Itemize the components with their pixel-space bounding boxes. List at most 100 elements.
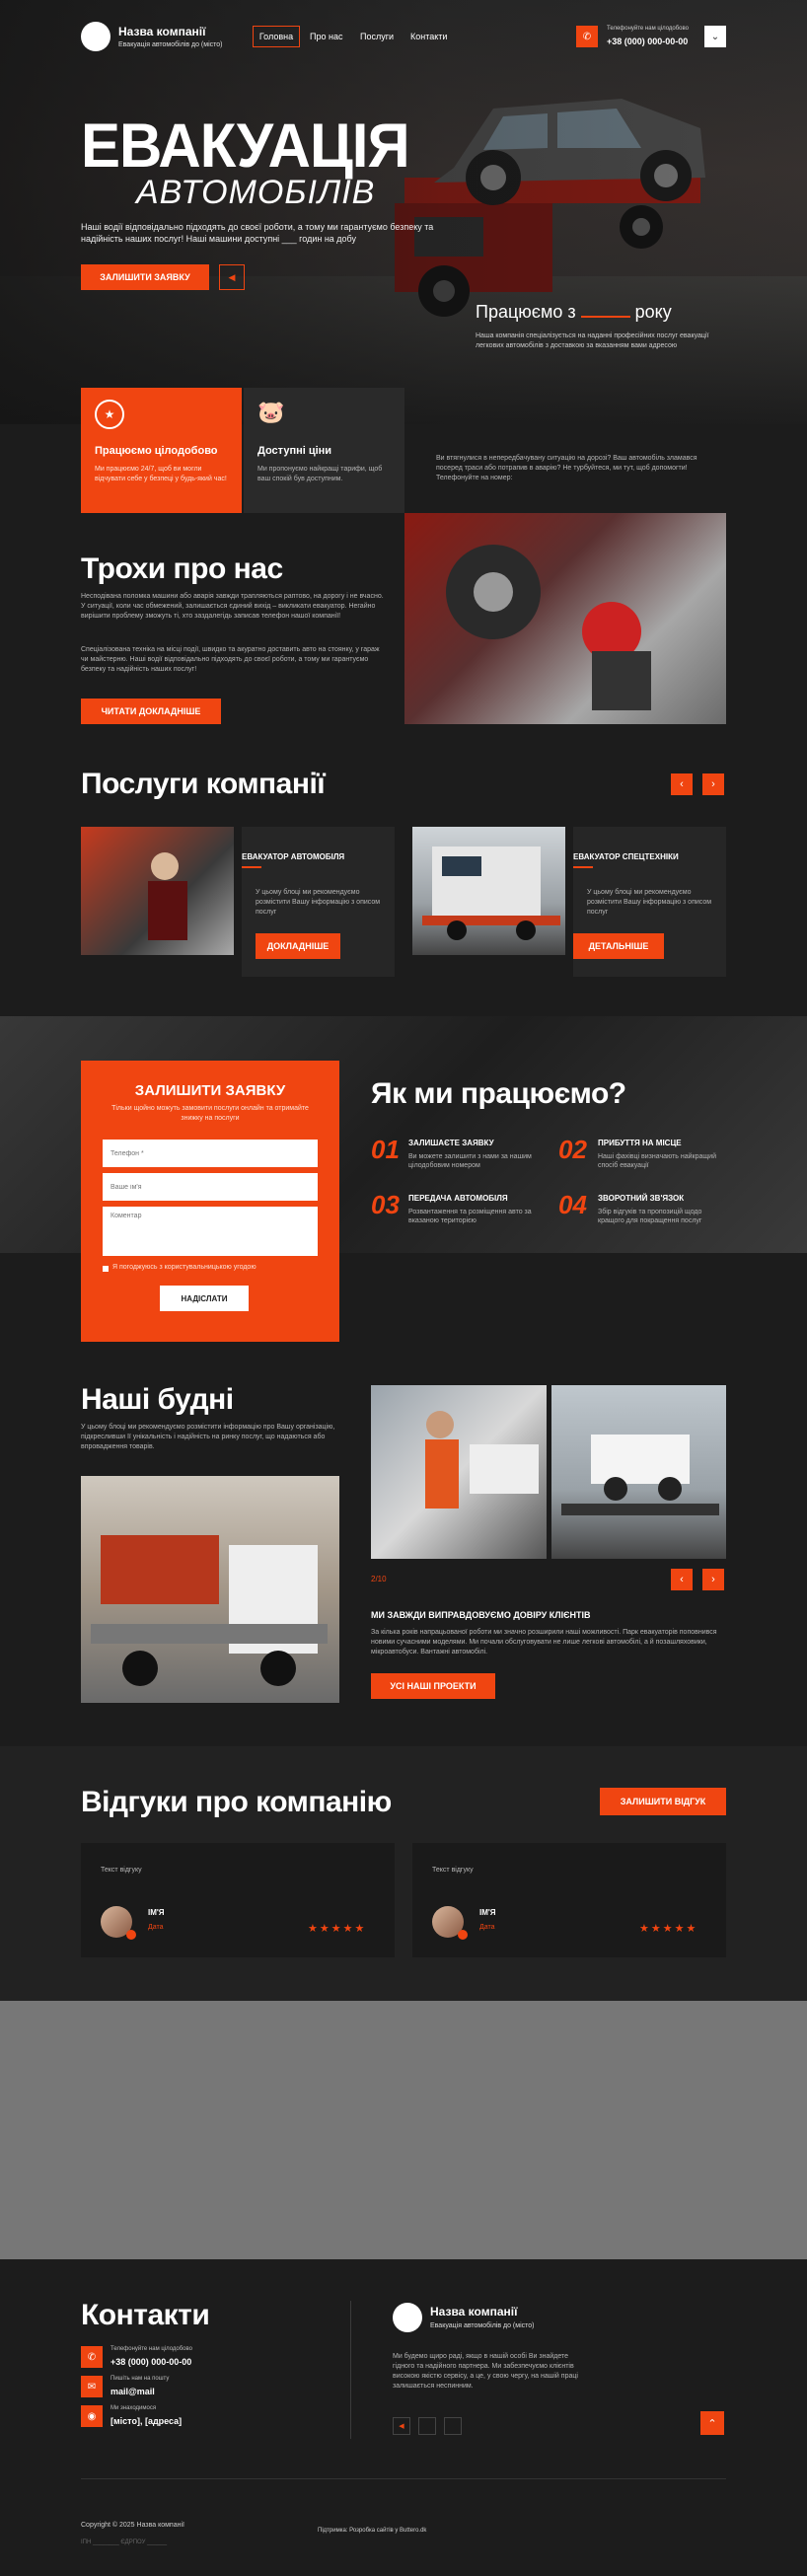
step-title: ЗВОРОТНИЙ ЗВ'ЯЗОК: [598, 1194, 685, 1203]
title-underline: [242, 866, 261, 868]
nav-services[interactable]: Послуги: [360, 32, 394, 41]
life-title: Наші будні: [81, 1383, 234, 1416]
contact-mail[interactable]: mail@mail: [110, 2387, 155, 2396]
hero-overlay: [0, 0, 807, 424]
nav-about[interactable]: Про нас: [310, 32, 342, 41]
service-card-car: ЕВАКУАТОР АВТОМОБІЛЯ У цьому блоці ми ре…: [242, 827, 395, 977]
hero-section: Назва компанії Евакуація автомобілів до …: [0, 0, 807, 424]
submit-button[interactable]: НАДІСЛАТИ: [160, 1286, 249, 1311]
life-subtext: За кілька років напрацьованої роботи ми …: [371, 1629, 717, 1656]
consent-label: Я погоджуюсь з користувальницькою угодою: [112, 1264, 257, 1271]
feature-card-prices: 🐷 Доступні ціни Ми пропонуємо найкращі т…: [244, 388, 404, 513]
service-title: ЕВАКУАТОР СПЕЦТЕХНІКИ: [573, 852, 679, 861]
step-text: Ви можете залишити з нами за нашим цілод…: [408, 1153, 532, 1169]
nav-contacts[interactable]: Контакти: [410, 32, 447, 41]
step-title: ПЕРЕДАЧА АВТОМОБІЛЯ: [408, 1194, 508, 1203]
service-photo-car: [81, 827, 234, 955]
phone-icon[interactable]: ✆: [576, 26, 598, 47]
quote-icon: [458, 1930, 468, 1940]
about-paragraph-1: Несподівана поломка машини або аварія за…: [81, 593, 384, 620]
service-photo-truck: [412, 827, 565, 955]
contact-phone-label: Телефонуйте нам цілодобово: [110, 2346, 192, 2352]
feature-text: Ми працюємо 24/7, щоб ви могли відчувати…: [95, 466, 227, 482]
form-title: ЗАЛИШИТИ ЗАЯВКУ: [134, 1082, 286, 1099]
feature-card-24-7: ★ Працюємо цілодобово Ми працюємо 24/7, …: [81, 388, 242, 513]
step-number: 03: [371, 1190, 400, 1219]
review-text: Текст відгуку: [101, 1867, 142, 1874]
features-note: Ви втягнулися в непередбачувану ситуацію…: [436, 455, 697, 481]
legal-info: ІПН ________ ЄДРПОУ ______: [81, 2539, 168, 2545]
contact-addr-label: Ми знаходимося: [110, 2405, 157, 2411]
life-text: У цьому блоці ми рекомендуємо розмістити…: [81, 1424, 335, 1450]
service-more-button[interactable]: ДЕТАЛЬНІШЕ: [573, 933, 664, 959]
life-photo-worker: [371, 1385, 547, 1559]
review-name: ІМ'Я: [148, 1908, 165, 1917]
copyright: Copyright © 2025 Назва компанії: [81, 2522, 184, 2529]
review-card: Текст відгуку ІМ'Я Дата ★★★★★: [81, 1843, 395, 1957]
social-icon[interactable]: [418, 2417, 436, 2435]
life-photo-trucks: [81, 1476, 339, 1703]
scroll-top-icon[interactable]: ⌃: [700, 2411, 724, 2435]
header-phone-label: Телефонуйте нам цілодобово: [607, 26, 689, 32]
play-icon[interactable]: ◀: [219, 264, 245, 290]
work-description: Наша компанія спеціалізується на наданні…: [476, 332, 709, 349]
feature-title: Доступні ціни: [257, 445, 332, 457]
header-company-name: Назва компанії: [118, 25, 206, 38]
request-form: ЗАЛИШИТИ ЗАЯВКУ Тільки щойно можуть замо…: [81, 1061, 339, 1342]
step-text: Збір відгуків та пропозицій щодо кращого…: [598, 1209, 702, 1224]
work-since: Працюємо з року: [476, 302, 672, 322]
life-photo-suv: [551, 1385, 726, 1559]
social-icon[interactable]: ◀: [393, 2417, 410, 2435]
hero-title-line1: ЕВАКУАЦІЯ: [81, 110, 410, 181]
header-tagline: Евакуація автомобілів до (місто): [118, 41, 223, 48]
footer-company-name: Назва компанії: [430, 2305, 518, 2318]
services-title: Послуги компанії: [81, 768, 326, 800]
social-icon[interactable]: [444, 2417, 462, 2435]
step-number: 04: [558, 1190, 587, 1219]
consent-checkbox[interactable]: [103, 1266, 109, 1272]
review-card: Текст відгуку ІМ'Я Дата ★★★★★: [412, 1843, 726, 1957]
life-prev-icon[interactable]: ‹: [671, 1569, 693, 1590]
rating-stars-icon: ★★★★★: [639, 1923, 698, 1935]
support-link[interactable]: Підтримка: Розробка сайтів у Buttero.dk: [318, 2528, 426, 2534]
quote-icon: [126, 1930, 136, 1940]
services-next-icon[interactable]: ›: [702, 773, 724, 795]
life-next-icon[interactable]: ›: [702, 1569, 724, 1590]
about-read-more-button[interactable]: ЧИТАТИ ДОКЛАДНІШЕ: [81, 699, 221, 724]
service-more-button[interactable]: ДОКЛАДНІШЕ: [256, 933, 340, 959]
service-title: ЕВАКУАТОР АВТОМОБІЛЯ: [242, 852, 345, 861]
review-date: Дата: [148, 1924, 164, 1931]
hero-title-line2: АВТОМОБІЛІВ: [136, 174, 376, 211]
contact-phone[interactable]: +38 (000) 000-00-00: [110, 2357, 191, 2367]
title-underline: [573, 866, 593, 868]
footer-tagline: Евакуація автомобілів до (місто): [430, 2322, 535, 2329]
map-area[interactable]: [0, 2001, 807, 2259]
form-subtitle: Тільки щойно можуть замовити послуги онл…: [111, 1105, 309, 1122]
comment-field[interactable]: [103, 1207, 318, 1256]
about-title: Трохи про нас: [81, 552, 283, 585]
mail-icon: ✉: [81, 2376, 103, 2397]
step-number: 02: [558, 1135, 587, 1164]
feature-text: Ми пропонуємо найкращі тарифи, щоб ваш с…: [257, 466, 383, 482]
how-title: Як ми працюємо?: [371, 1077, 626, 1110]
life-subtitle: МИ ЗАВЖДИ ВИПРАВДОВУЄМО ДОВІРУ КЛІЄНТІВ: [371, 1610, 591, 1620]
piggy-bank-icon: 🐷: [257, 400, 285, 424]
location-icon: ◉: [81, 2405, 103, 2427]
about-paragraph-2: Спеціалізована техніка на місці події, ш…: [81, 646, 380, 673]
all-projects-button[interactable]: УСІ НАШІ ПРОЕКТИ: [371, 1673, 495, 1699]
phone-field[interactable]: [103, 1140, 318, 1167]
footer-logo[interactable]: [393, 2303, 422, 2332]
nav-home[interactable]: Головна: [253, 26, 300, 47]
company-logo[interactable]: [81, 22, 110, 51]
hero-cta-button[interactable]: ЗАЛИШИТИ ЗАЯВКУ: [81, 264, 209, 290]
review-date: Дата: [479, 1924, 495, 1931]
rating-stars-icon: ★★★★★: [308, 1923, 367, 1935]
header-phone[interactable]: +38 (000) 000-00-00: [607, 37, 688, 46]
leave-review-button[interactable]: ЗАЛИШИТИ ВІДГУК: [600, 1788, 726, 1815]
service-card-special: ЕВАКУАТОР СПЕЦТЕХНІКИ У цьому блоці ми р…: [573, 827, 726, 977]
name-field[interactable]: [103, 1173, 318, 1201]
footer-description: Ми будемо щиро раді, якщо в нашій особі …: [393, 2353, 578, 2390]
menu-chevron-icon[interactable]: ⌄: [704, 26, 726, 47]
services-prev-icon[interactable]: ‹: [671, 773, 693, 795]
step-title: ЗАЛИШАЄТЕ ЗАЯВКУ: [408, 1139, 494, 1147]
